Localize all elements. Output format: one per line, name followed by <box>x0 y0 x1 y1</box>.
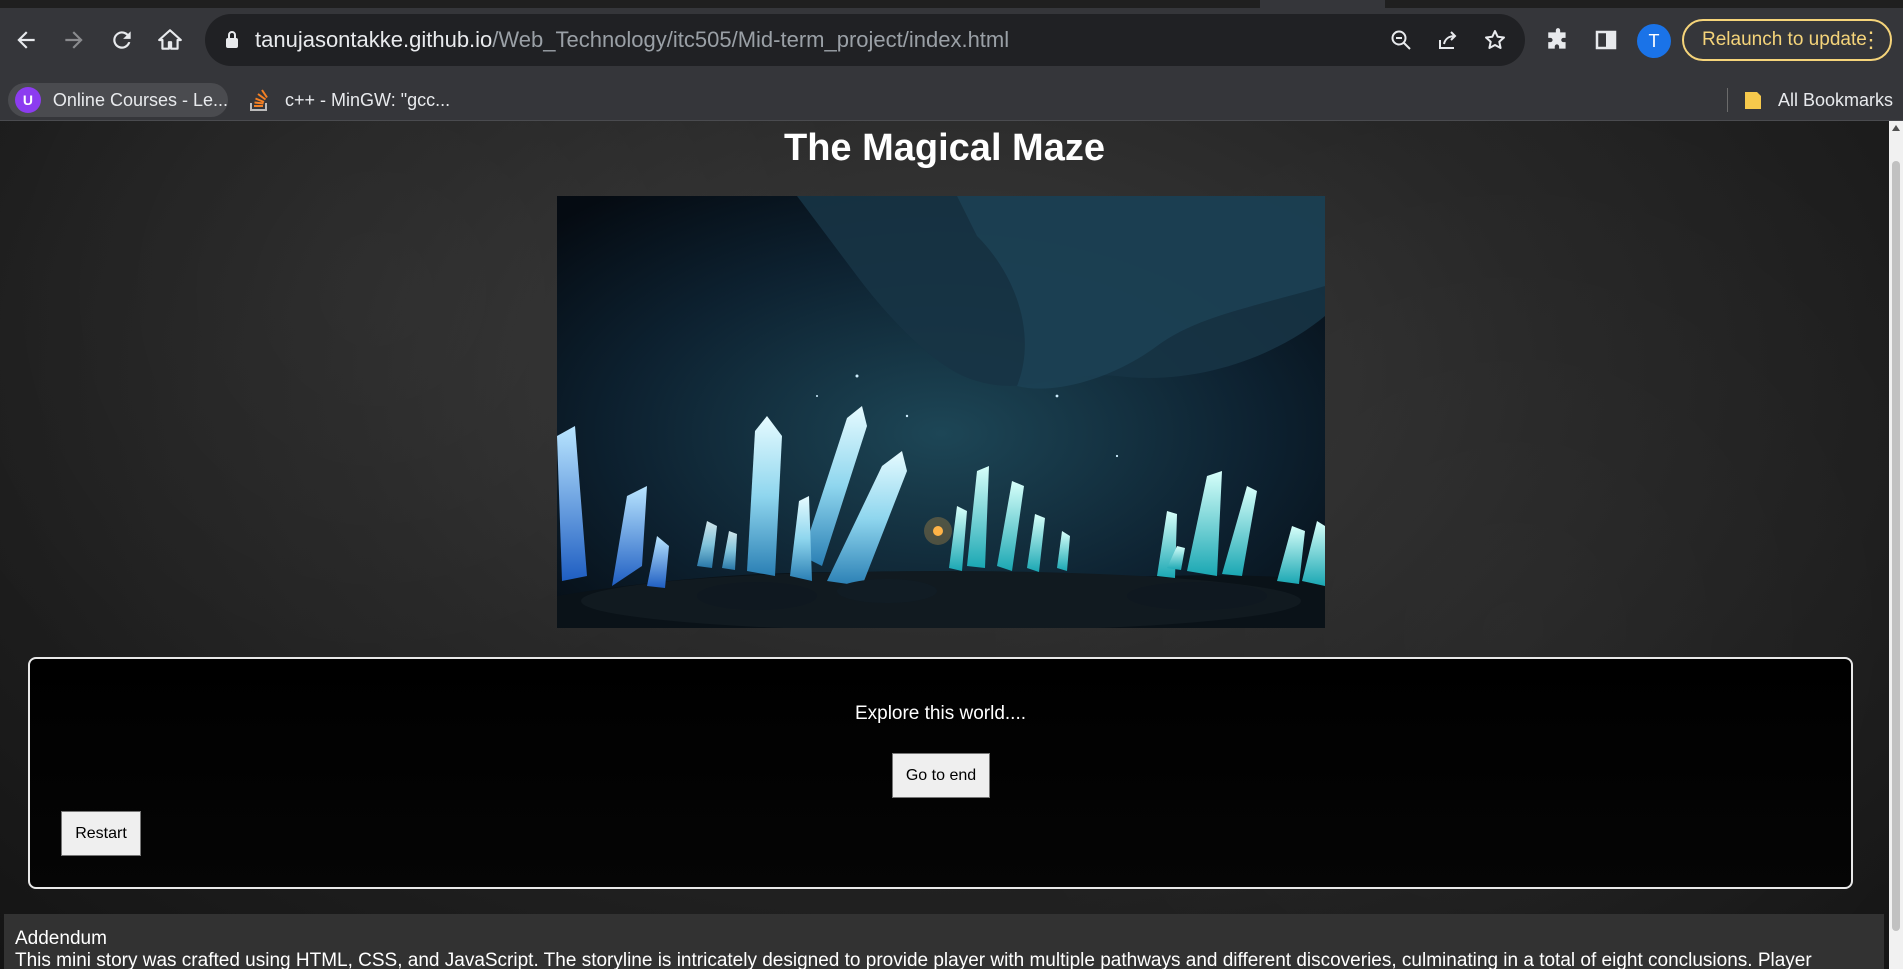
tab-strip <box>0 0 1260 8</box>
browser-toolbar: tanujasontakke.github.io/Web_Technology/… <box>0 0 1903 80</box>
extensions-icon[interactable] <box>1542 22 1574 58</box>
folder-icon <box>1740 87 1766 113</box>
bookmark-mingw[interactable]: c++ - MinGW: "gcc... <box>240 83 450 117</box>
bookmark-label: c++ - MinGW: "gcc... <box>285 89 451 110</box>
back-icon[interactable] <box>6 20 46 60</box>
home-icon[interactable] <box>150 20 190 60</box>
scroll-up-icon[interactable] <box>1892 125 1900 131</box>
bookmarks-separator <box>1727 88 1728 112</box>
side-panel-icon[interactable] <box>1590 22 1622 58</box>
relaunch-button[interactable]: Relaunch to update ⋮ <box>1682 19 1892 61</box>
address-bar[interactable]: tanujasontakke.github.io/Web_Technology/… <box>205 14 1525 66</box>
crystal-cave-image <box>557 196 1325 628</box>
url-text[interactable]: tanujasontakke.github.io/Web_Technology/… <box>255 27 1009 53</box>
reload-icon[interactable] <box>102 20 142 60</box>
avatar[interactable]: T <box>1637 24 1671 58</box>
forward-icon[interactable] <box>54 20 94 60</box>
udemy-icon: U <box>15 87 41 113</box>
bookmark-label: Online Courses - Le... <box>52 89 228 110</box>
story-panel: Explore this world.... Go to end Restart <box>28 657 1853 889</box>
bookmarks-bar: U Online Courses - Le... c++ - MinGW: "g… <box>0 80 1903 121</box>
page-viewport: The Magical Maze Explore this world.... … <box>0 121 1889 969</box>
scrollbar-thumb[interactable] <box>1892 161 1900 931</box>
lock-icon[interactable] <box>223 29 241 56</box>
story-text: Explore this world.... <box>854 703 1027 724</box>
zoom-icon[interactable] <box>1388 27 1414 53</box>
restart-button[interactable]: Restart <box>61 811 141 856</box>
star-icon[interactable] <box>1482 27 1508 53</box>
addendum-text: This mini story was crafted using HTML, … <box>15 950 1812 969</box>
addendum-section: Addendum This mini story was crafted usi… <box>4 914 1884 969</box>
page-title: The Magical Maze <box>784 127 1105 169</box>
all-bookmarks-button[interactable]: All Bookmarks <box>1740 83 1893 117</box>
more-icon[interactable]: ⋮ <box>1860 27 1882 53</box>
page-scrollbar[interactable] <box>1889 121 1903 969</box>
stackoverflow-icon <box>247 87 273 113</box>
tab-strip-right <box>1385 0 1903 8</box>
all-bookmarks-label: All Bookmarks <box>1778 89 1894 110</box>
go-to-end-button[interactable]: Go to end <box>892 753 990 798</box>
share-icon[interactable] <box>1435 27 1461 53</box>
bookmark-online-courses[interactable]: U Online Courses - Le... <box>8 83 228 117</box>
addendum-title: Addendum <box>15 928 107 949</box>
